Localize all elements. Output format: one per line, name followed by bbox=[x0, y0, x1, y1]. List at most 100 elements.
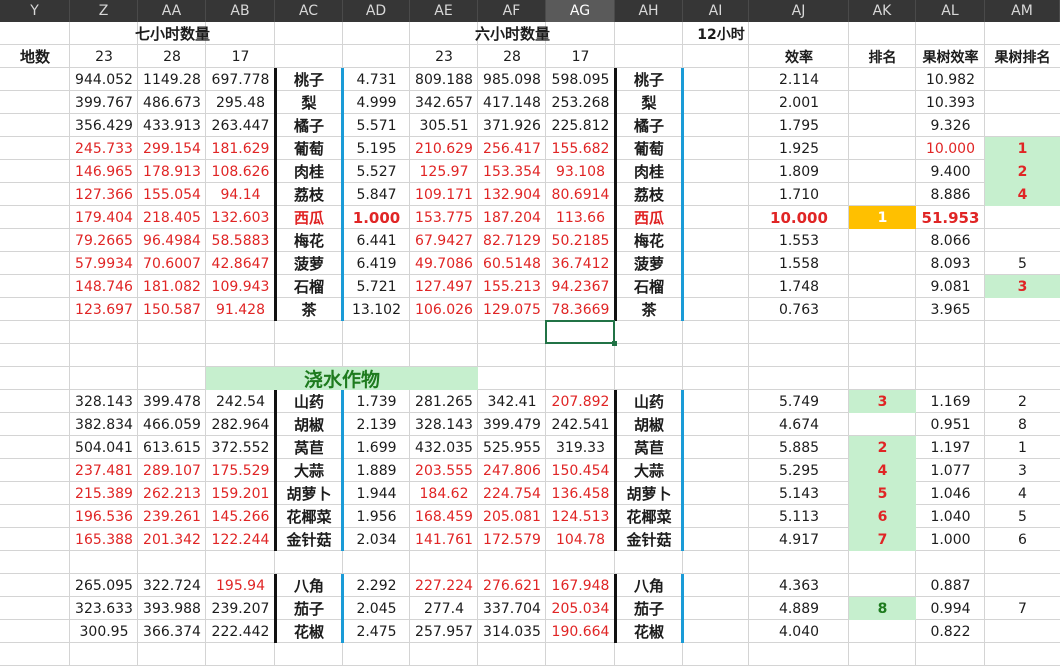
cell-name[interactable]: 橘子 bbox=[275, 114, 343, 137]
cell-ad[interactable]: 1.739 bbox=[343, 390, 410, 413]
cell-name2[interactable]: 荔枝 bbox=[615, 183, 683, 206]
cell-name[interactable]: 茶 bbox=[275, 298, 343, 321]
cell-aj[interactable]: 4.040 bbox=[749, 620, 849, 643]
cell-name[interactable]: 石榴 bbox=[275, 275, 343, 298]
cell-z[interactable]: 148.746 bbox=[70, 275, 138, 298]
cell-ag[interactable]: 104.78 bbox=[546, 528, 615, 551]
column-header-ai[interactable]: AI bbox=[683, 0, 749, 22]
cell-aj[interactable]: 5.749 bbox=[749, 390, 849, 413]
cell-af[interactable]: 132.904 bbox=[478, 183, 546, 206]
cell-ae[interactable]: 125.97 bbox=[410, 160, 478, 183]
cell-al[interactable]: 8.066 bbox=[916, 229, 985, 252]
cell-ad[interactable]: 2.475 bbox=[343, 620, 410, 643]
cell-aa[interactable]: 322.724 bbox=[138, 574, 206, 597]
cell-al[interactable]: 0.994 bbox=[916, 597, 985, 620]
column-header-ad[interactable]: AD bbox=[343, 0, 410, 22]
cell-ae[interactable]: 432.035 bbox=[410, 436, 478, 459]
cell-z[interactable]: 196.536 bbox=[70, 505, 138, 528]
cell-af[interactable]: 60.5148 bbox=[478, 252, 546, 275]
cell-name[interactable]: 西瓜 bbox=[275, 206, 343, 229]
cell-ad[interactable]: 6.441 bbox=[343, 229, 410, 252]
cell-aa[interactable]: 70.6007 bbox=[138, 252, 206, 275]
cell-al[interactable]: 1.169 bbox=[916, 390, 985, 413]
cell-al[interactable]: 9.400 bbox=[916, 160, 985, 183]
cell-aj[interactable]: 5.885 bbox=[749, 436, 849, 459]
cell-ab[interactable]: 159.201 bbox=[206, 482, 275, 505]
cell-ad[interactable]: 1.956 bbox=[343, 505, 410, 528]
cell-af[interactable]: 525.955 bbox=[478, 436, 546, 459]
cell-ag[interactable]: 167.948 bbox=[546, 574, 615, 597]
cell-af[interactable]: 247.806 bbox=[478, 459, 546, 482]
cell-name[interactable]: 桃子 bbox=[275, 68, 343, 91]
cell-name2[interactable]: 橘子 bbox=[615, 114, 683, 137]
cell-ae[interactable]: 141.761 bbox=[410, 528, 478, 551]
cell-af[interactable]: 314.035 bbox=[478, 620, 546, 643]
cell-ad[interactable]: 2.045 bbox=[343, 597, 410, 620]
cell-z[interactable]: 265.095 bbox=[70, 574, 138, 597]
cell-ag[interactable]: 113.66 bbox=[546, 206, 615, 229]
cell-ab[interactable]: 697.778 bbox=[206, 68, 275, 91]
cell-ae[interactable]: 210.629 bbox=[410, 137, 478, 160]
cell-af[interactable]: 172.579 bbox=[478, 528, 546, 551]
cell-ae[interactable]: 277.4 bbox=[410, 597, 478, 620]
column-header-al[interactable]: AL bbox=[916, 0, 985, 22]
cell-ab[interactable]: 282.964 bbox=[206, 413, 275, 436]
cell-ag[interactable]: 319.33 bbox=[546, 436, 615, 459]
cell-af[interactable]: 155.213 bbox=[478, 275, 546, 298]
cell-aj[interactable]: 1.558 bbox=[749, 252, 849, 275]
cell-ad[interactable]: 5.195 bbox=[343, 137, 410, 160]
cell-ak[interactable]: 1 bbox=[849, 206, 916, 229]
cell-am[interactable]: 4 bbox=[985, 482, 1060, 505]
cell-al[interactable]: 8.886 bbox=[916, 183, 985, 206]
cell-name[interactable]: 梅花 bbox=[275, 229, 343, 252]
cell-ae[interactable]: 809.188 bbox=[410, 68, 478, 91]
cell-af[interactable]: 205.081 bbox=[478, 505, 546, 528]
cell-ag[interactable]: 155.682 bbox=[546, 137, 615, 160]
cell-aj[interactable]: 1.809 bbox=[749, 160, 849, 183]
cell-aj[interactable]: 1.553 bbox=[749, 229, 849, 252]
cell-al[interactable]: 10.393 bbox=[916, 91, 985, 114]
cell-am[interactable]: 4 bbox=[985, 183, 1060, 206]
cell-z[interactable]: 237.481 bbox=[70, 459, 138, 482]
cell-ae[interactable]: 342.657 bbox=[410, 91, 478, 114]
cell-ag[interactable]: 150.454 bbox=[546, 459, 615, 482]
cell-ae[interactable]: 257.957 bbox=[410, 620, 478, 643]
cell-name2[interactable]: 石榴 bbox=[615, 275, 683, 298]
cell-am[interactable]: 1 bbox=[985, 436, 1060, 459]
cell-ab[interactable]: 242.54 bbox=[206, 390, 275, 413]
cell-aa[interactable]: 466.059 bbox=[138, 413, 206, 436]
cell-am[interactable]: 1 bbox=[985, 137, 1060, 160]
cell-ae[interactable]: 184.62 bbox=[410, 482, 478, 505]
cell-al[interactable]: 9.081 bbox=[916, 275, 985, 298]
cell-al[interactable]: 9.326 bbox=[916, 114, 985, 137]
cell-ab[interactable]: 181.629 bbox=[206, 137, 275, 160]
cell-aa[interactable]: 433.913 bbox=[138, 114, 206, 137]
cell-z[interactable]: 79.2665 bbox=[70, 229, 138, 252]
cell-name[interactable]: 八角 bbox=[275, 574, 343, 597]
cell-aj[interactable]: 1.710 bbox=[749, 183, 849, 206]
cell-ae[interactable]: 106.026 bbox=[410, 298, 478, 321]
cell-name2[interactable]: 花椒 bbox=[615, 620, 683, 643]
cell-aj[interactable]: 5.295 bbox=[749, 459, 849, 482]
cell-af[interactable]: 371.926 bbox=[478, 114, 546, 137]
cell-al[interactable]: 3.965 bbox=[916, 298, 985, 321]
cell-ad[interactable]: 2.292 bbox=[343, 574, 410, 597]
cell-name[interactable]: 山药 bbox=[275, 390, 343, 413]
cell-ak[interactable]: 2 bbox=[849, 436, 916, 459]
cell-name[interactable]: 梨 bbox=[275, 91, 343, 114]
cell-al[interactable]: 8.093 bbox=[916, 252, 985, 275]
cell-ae[interactable]: 305.51 bbox=[410, 114, 478, 137]
cell-aj[interactable]: 4.917 bbox=[749, 528, 849, 551]
cell-ak[interactable]: 5 bbox=[849, 482, 916, 505]
cell-ab[interactable]: 58.5883 bbox=[206, 229, 275, 252]
column-header-af[interactable]: AF bbox=[478, 0, 546, 22]
cell-aa[interactable]: 262.213 bbox=[138, 482, 206, 505]
cell-z[interactable]: 165.388 bbox=[70, 528, 138, 551]
cell-af[interactable]: 82.7129 bbox=[478, 229, 546, 252]
cell-name2[interactable]: 山药 bbox=[615, 390, 683, 413]
cell-z[interactable]: 382.834 bbox=[70, 413, 138, 436]
cell-aa[interactable]: 613.615 bbox=[138, 436, 206, 459]
cell-ae[interactable]: 49.7086 bbox=[410, 252, 478, 275]
cell-aa[interactable]: 239.261 bbox=[138, 505, 206, 528]
cell-ae[interactable]: 227.224 bbox=[410, 574, 478, 597]
